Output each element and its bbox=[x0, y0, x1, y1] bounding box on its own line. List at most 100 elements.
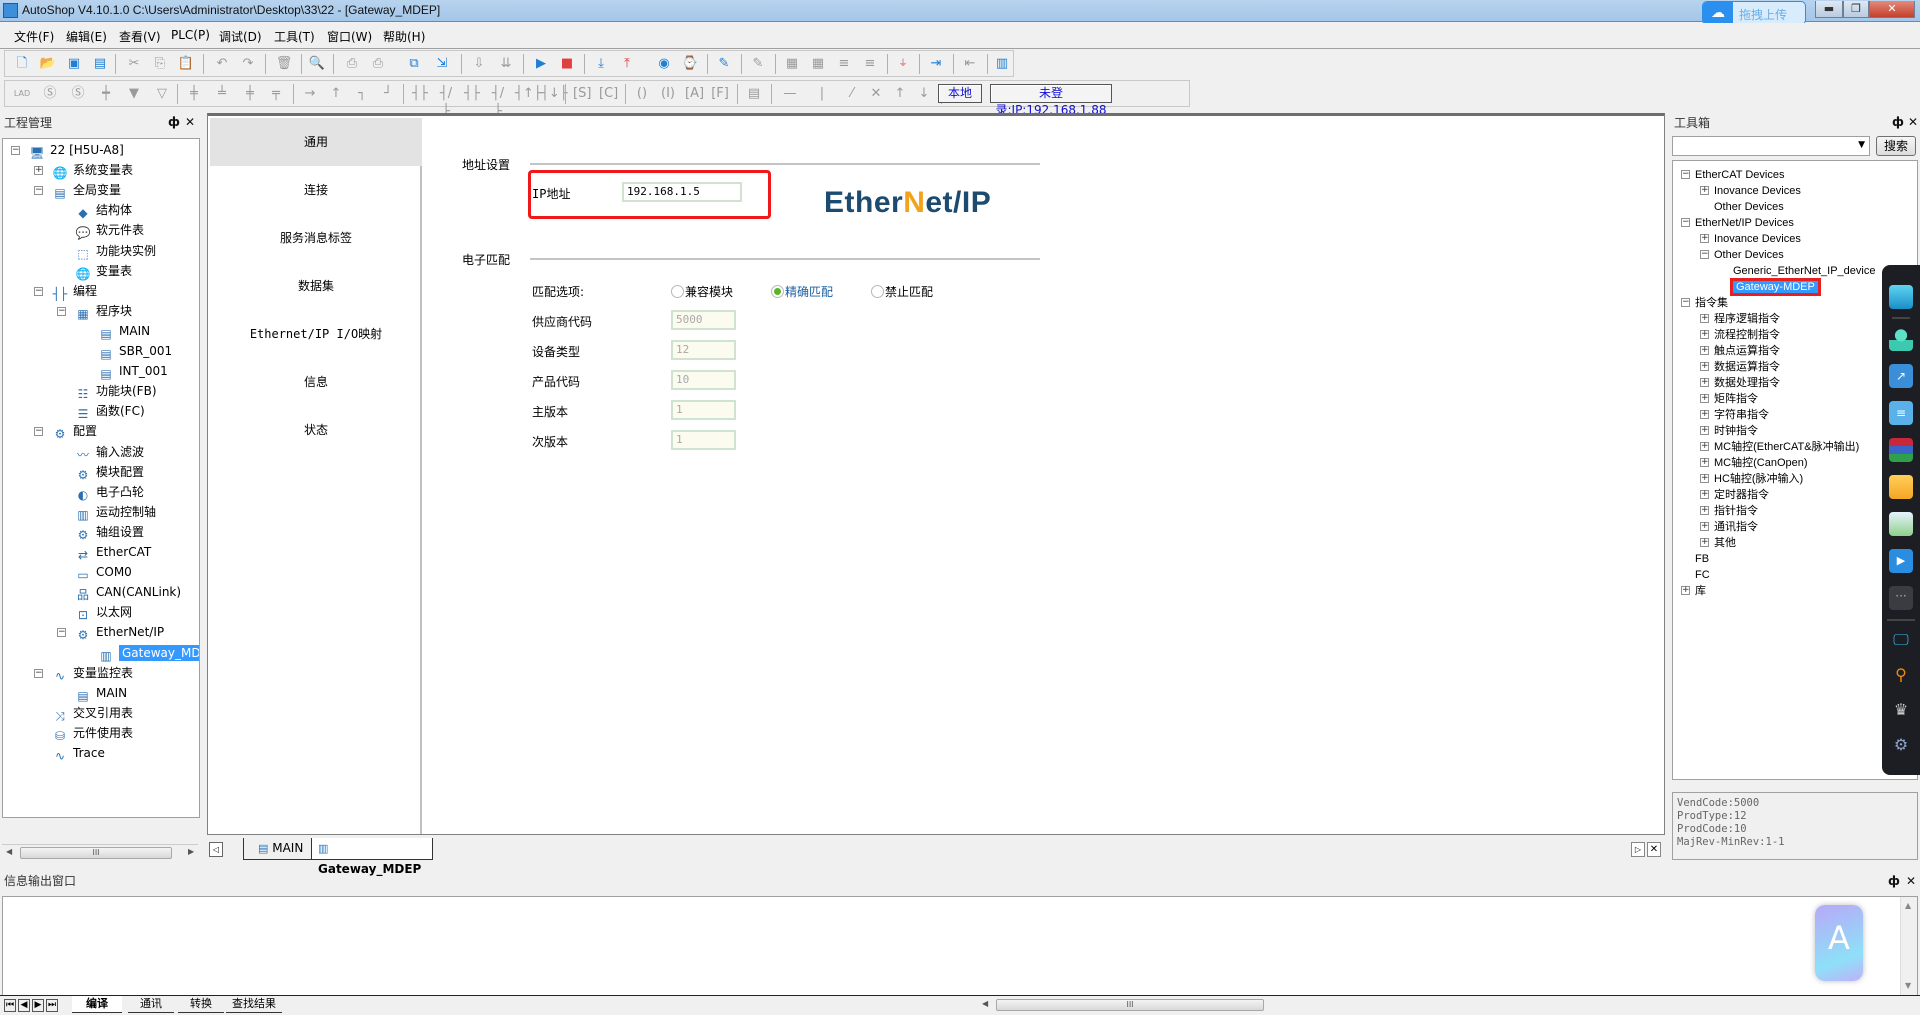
config-nav-item[interactable]: 数据集 bbox=[210, 262, 422, 310]
tree-expander[interactable]: + bbox=[1700, 234, 1709, 243]
project-tree-item[interactable]: 💬 软元件表 bbox=[75, 221, 145, 240]
inverse-coil-icon[interactable]: (I) bbox=[659, 85, 677, 103]
row-delete-icon[interactable]: ≡ bbox=[861, 55, 879, 73]
pin-icon[interactable]: ф bbox=[1892, 115, 1904, 129]
toolbox-tree-item[interactable]: 数据处理指令 bbox=[1714, 375, 1780, 391]
close-panel-icon[interactable]: ✕ bbox=[1908, 115, 1918, 129]
tree-expander[interactable]: − bbox=[57, 306, 66, 316]
video-icon[interactable]: ▶ bbox=[1889, 549, 1913, 573]
monitor-icon[interactable]: ◉ bbox=[655, 55, 673, 73]
close-button[interactable]: ✕ bbox=[1869, 1, 1915, 18]
notes-icon[interactable]: ≡ bbox=[1889, 401, 1913, 425]
next-tab-button[interactable]: ▶ bbox=[32, 999, 44, 1012]
project-tree-item[interactable]: ⚙ 轴组设置 bbox=[75, 523, 144, 542]
toolbox-tree-item[interactable]: Inovance Devices bbox=[1714, 183, 1801, 199]
drag-upload-button[interactable]: ☁ 拖拽上传 bbox=[1702, 1, 1806, 25]
toolbox-tree-item[interactable]: 时钟指令 bbox=[1714, 423, 1758, 439]
project-tree-item[interactable]: 🌐 变量表 bbox=[75, 262, 133, 281]
contact-split-icon[interactable]: ╪ bbox=[241, 85, 259, 103]
toolbox-tree-item[interactable]: 指针指令 bbox=[1714, 503, 1758, 519]
last-tab-button[interactable]: ⏭ bbox=[46, 999, 58, 1012]
project-tree-item[interactable]: ▥ Gateway_MDEP bbox=[98, 644, 199, 663]
grid-insert-icon[interactable]: ▦ bbox=[783, 55, 801, 73]
project-tree-item[interactable]: ┤├ 编程 bbox=[52, 282, 97, 301]
pin-icon[interactable]: ф bbox=[168, 115, 180, 129]
window-export-icon[interactable]: ⇲ bbox=[433, 55, 451, 73]
project-tree-hscrollbar[interactable]: ◀ III ▶ bbox=[2, 844, 198, 860]
project-tree-item[interactable]: ☰ 函数(FC) bbox=[75, 402, 145, 421]
project-tree-item[interactable]: ⛁ 元件使用表 bbox=[52, 724, 133, 743]
toolbox-tree-item[interactable]: 指令集 bbox=[1695, 295, 1728, 311]
v-line-icon[interactable]: ↑ bbox=[327, 85, 345, 103]
undo-icon[interactable]: ↶ bbox=[213, 55, 231, 73]
menu-file[interactable]: 文件(F) bbox=[14, 28, 54, 45]
project-tree-item[interactable]: ☷ 功能块(FB) bbox=[75, 382, 157, 401]
close-panel-icon[interactable]: ✕ bbox=[185, 115, 195, 129]
project-tree-item[interactable]: ▤ INT_001 bbox=[98, 362, 167, 381]
config-nav-item[interactable]: 连接 bbox=[210, 166, 422, 214]
tab-main[interactable]: ▤ MAIN bbox=[243, 838, 313, 860]
toolbox-tree-item[interactable]: Gateway-MDEP bbox=[1730, 278, 1821, 296]
screen-icon[interactable]: 🖵 bbox=[1889, 628, 1913, 652]
step-alt-icon[interactable]: Ⓢ bbox=[69, 85, 87, 103]
stop-icon[interactable]: ■ bbox=[558, 55, 576, 73]
corner-down-icon[interactable]: ┐ bbox=[353, 85, 371, 103]
toolbox-tree-item[interactable]: EtherCAT Devices bbox=[1695, 167, 1784, 183]
login-status-button[interactable]: 未登录:IP:192.168.1.88 bbox=[990, 84, 1112, 117]
toolbox-tree-item[interactable]: FB bbox=[1695, 551, 1709, 567]
tab-compile[interactable]: 编译 bbox=[72, 996, 122, 1013]
redo-icon[interactable]: ↷ bbox=[239, 55, 257, 73]
project-tree-item[interactable]: 🖥 22 [H5U-A8] bbox=[29, 141, 123, 160]
contact-join-icon[interactable]: ╤ bbox=[267, 85, 285, 103]
project-tree-item[interactable]: ▤ SBR_001 bbox=[98, 342, 172, 361]
instruction-a-icon[interactable]: [A] bbox=[685, 85, 704, 103]
print-icon[interactable]: ⎙ bbox=[369, 55, 387, 73]
tree-expander[interactable]: − bbox=[34, 668, 43, 678]
project-tree-item[interactable]: ◐ 电子凸轮 bbox=[75, 483, 144, 502]
product-code-input[interactable]: 10 bbox=[671, 370, 736, 390]
project-tree-item[interactable]: ▭ COM0 bbox=[75, 563, 131, 582]
tree-expander[interactable]: − bbox=[34, 427, 43, 437]
config-nav-item[interactable]: 状态 bbox=[210, 406, 422, 454]
tab-communication[interactable]: 通讯 bbox=[128, 996, 174, 1013]
crown-icon[interactable]: ♛ bbox=[1889, 698, 1913, 722]
contact-parallel-icon[interactable]: ╪ bbox=[185, 85, 203, 103]
nc-contact-icon[interactable]: ┤/├ bbox=[437, 85, 455, 119]
project-tree-item[interactable]: 🌐 系统变量表 bbox=[52, 161, 134, 180]
logout-icon[interactable]: ⇤ bbox=[961, 55, 979, 73]
upload-icon[interactable]: ⤒ bbox=[618, 55, 636, 73]
radio-exact-match[interactable]: 精确匹配 bbox=[771, 283, 833, 300]
toolbox-tree-item[interactable]: MC轴控(CanOpen) bbox=[1714, 455, 1808, 471]
tree-expander[interactable]: + bbox=[1681, 586, 1690, 595]
project-tree-item[interactable]: ▤ 全局变量 bbox=[52, 181, 121, 200]
tree-expander[interactable]: + bbox=[1700, 442, 1709, 451]
project-tree-item[interactable]: ⚙ EtherNet/IP bbox=[75, 623, 164, 642]
project-tree-item[interactable]: 品 CAN(CANLink) bbox=[75, 583, 181, 602]
tree-expander[interactable]: + bbox=[1700, 378, 1709, 387]
toolbox-tree-item[interactable]: 定时器指令 bbox=[1714, 487, 1769, 503]
parallel-nc-icon[interactable]: ┤/├ bbox=[489, 85, 507, 119]
down-filled-icon[interactable]: ▼ bbox=[125, 85, 143, 103]
project-tree-item[interactable]: ▦ 程序块 bbox=[75, 302, 132, 321]
scroll-thumb[interactable]: III bbox=[20, 847, 172, 859]
tree-expander[interactable]: − bbox=[1681, 218, 1690, 227]
save-icon[interactable]: ▣ bbox=[65, 55, 83, 73]
login-icon[interactable]: ⇥ bbox=[927, 55, 945, 73]
tab-scroll-right-button[interactable]: ▷ bbox=[1631, 842, 1645, 857]
minimize-button[interactable]: ▬ bbox=[1815, 1, 1843, 18]
tree-expander[interactable]: + bbox=[1700, 330, 1709, 339]
menu-debug[interactable]: 调试(D) bbox=[219, 28, 262, 45]
tab-gateway-mdep[interactable]: ▥ Gateway_MDEP bbox=[311, 838, 433, 876]
tab-convert[interactable]: 转换 bbox=[178, 996, 224, 1013]
settings-icon[interactable]: ⚙ bbox=[1889, 733, 1913, 757]
project-tree-item[interactable]: ▤ MAIN bbox=[75, 684, 127, 703]
grid-delete-icon[interactable]: ▦ bbox=[809, 55, 827, 73]
search-icon[interactable]: ⚲ bbox=[1889, 663, 1913, 687]
config-nav-item[interactable]: Ethernet/IP I/O映射 bbox=[210, 310, 422, 358]
toolbox-search-button[interactable]: 搜索 bbox=[1876, 136, 1916, 156]
tree-expander[interactable]: + bbox=[1700, 186, 1709, 195]
tree-expander[interactable]: + bbox=[1700, 506, 1709, 515]
tab-scroll-left-button[interactable]: ◁ bbox=[209, 842, 223, 857]
toolbox-tree-item[interactable]: 字符串指令 bbox=[1714, 407, 1769, 423]
config-nav-item[interactable]: 服务消息标签 bbox=[210, 214, 422, 262]
